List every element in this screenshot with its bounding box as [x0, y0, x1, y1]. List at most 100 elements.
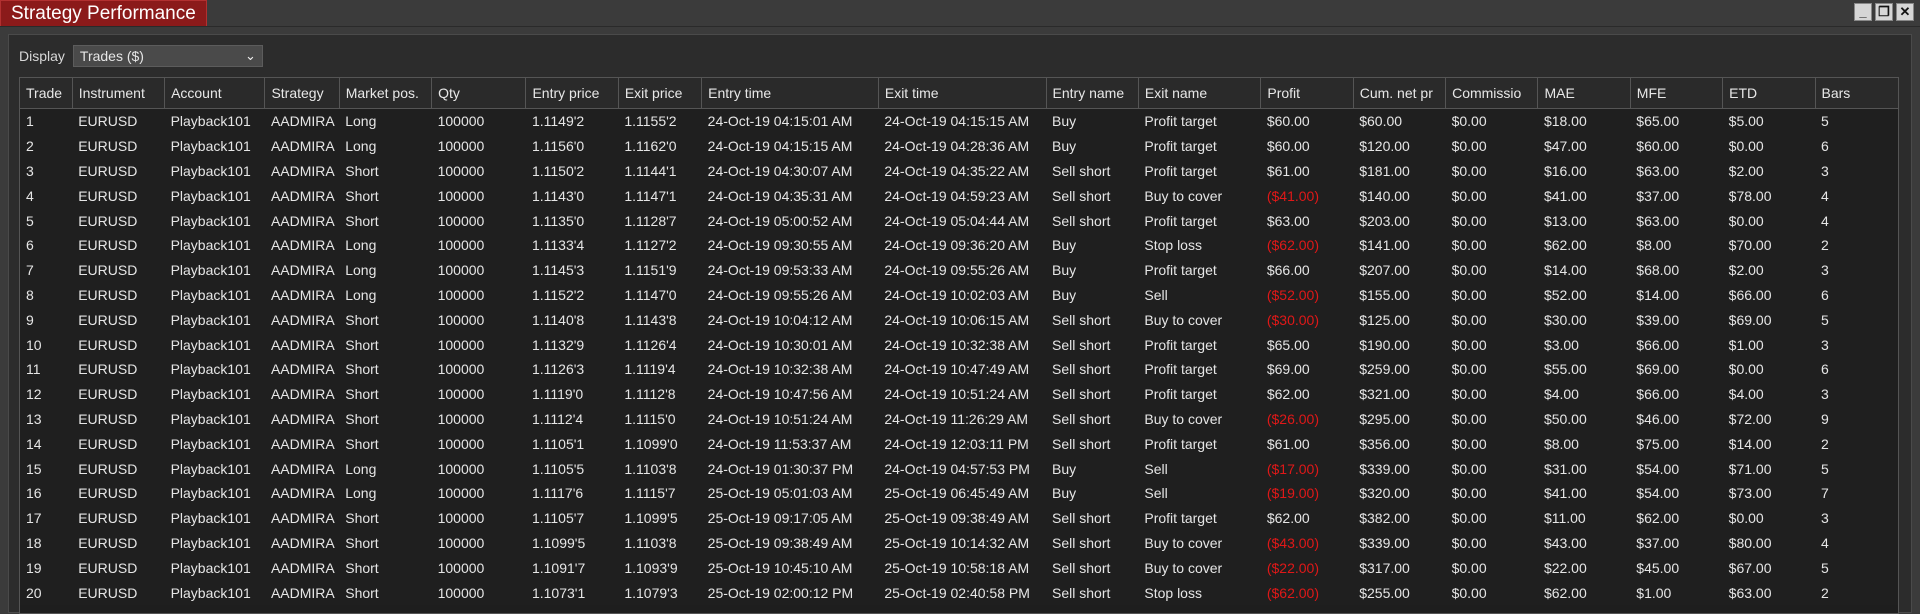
display-select[interactable]: Trades ($) ⌄ [72, 45, 263, 67]
table-cell: $60.00 [1630, 133, 1723, 159]
table-cell: 1.1145'3 [525, 257, 619, 283]
table-row[interactable]: 19 EURUSD Playback101 AADMIRA Short 100000 1.1… [20, 555, 1898, 581]
table-cell: 9 [20, 307, 73, 333]
table-row[interactable]: 17 EURUSD Playback101 AADMIRA Short 100000 1.1… [20, 505, 1898, 531]
column-header[interactable]: Cum. net pr [1353, 78, 1447, 109]
table-cell: $39.00 [1630, 307, 1723, 333]
table-row[interactable]: 12 EURUSD Playback101 AADMIRA Short 100000 1.1… [20, 381, 1898, 407]
table-cell: Playback101 [164, 307, 265, 333]
table-cell: $0.00 [1445, 232, 1538, 258]
column-header[interactable]: Trade [20, 78, 73, 109]
table-cell: $16.00 [1537, 158, 1631, 184]
table-cell: $14.00 [1630, 282, 1723, 308]
table-row[interactable]: 20 EURUSD Playback101 AADMIRA Short 100000 1.1… [20, 580, 1898, 605]
table-cell: AADMIRA [264, 208, 340, 233]
column-header[interactable]: Entry time [701, 78, 879, 109]
column-header[interactable]: ETD [1722, 78, 1816, 109]
column-header[interactable]: Strategy [264, 78, 340, 109]
trades-grid[interactable]: Trade Instrument Account Strategy Market pos… [19, 77, 1899, 614]
table-cell: $66.00 [1630, 332, 1723, 357]
table-cell: 24-Oct-19 04:15:01 AM [701, 108, 879, 134]
table-cell: Sell short [1046, 505, 1139, 531]
table-cell: $339.00 [1353, 456, 1446, 481]
table-cell: Playback101 [164, 406, 265, 432]
table-cell: Long [339, 456, 432, 481]
display-row: Display Trades ($) ⌄ [19, 45, 263, 67]
table-cell: $45.00 [1630, 555, 1723, 581]
table-cell: Sell short [1046, 431, 1139, 457]
table-cell: Profit target [1138, 431, 1261, 457]
table-row[interactable]: 3 EURUSD Playback101 AADMIRA Short 100000 1.11… [20, 158, 1898, 184]
table-cell: Profit target [1138, 208, 1261, 233]
table-cell: Long [339, 108, 432, 134]
column-header[interactable]: MAE [1537, 78, 1631, 109]
table-cell: $70.00 [1722, 232, 1816, 258]
table-cell: 1.1115'0 [618, 406, 702, 432]
table-cell: ($43.00) [1260, 530, 1354, 556]
table-cell: 12 [20, 381, 73, 407]
table-row[interactable]: 11 EURUSD Playback101 AADMIRA Short 100000 1.1… [20, 356, 1898, 382]
table-row[interactable]: 7 EURUSD Playback101 AADMIRA Long 100000 1.114… [20, 257, 1898, 283]
table-cell: 2 [1815, 232, 1898, 258]
table-row[interactable]: 13 EURUSD Playback101 AADMIRA Short 100000 1.1… [20, 406, 1898, 432]
table-row[interactable]: 6 EURUSD Playback101 AADMIRA Long 100000 1.113… [20, 232, 1898, 258]
table-cell: Buy [1046, 282, 1139, 308]
column-header[interactable]: MFE [1630, 78, 1724, 109]
close-button[interactable]: ✕ [1896, 3, 1914, 21]
table-cell: $5.00 [1722, 108, 1816, 134]
table-cell: 24-Oct-19 11:53:37 AM [701, 431, 879, 457]
column-header[interactable]: Bars [1815, 78, 1898, 109]
title-bar[interactable]: Strategy Performance _ ❐ ✕ [0, 0, 1920, 27]
table-cell: $73.00 [1722, 480, 1816, 506]
table-cell: 24-Oct-19 04:15:15 AM [878, 108, 1047, 134]
table-cell: 24-Oct-19 12:03:11 PM [878, 431, 1047, 457]
table-cell: AADMIRA [264, 580, 340, 605]
column-header[interactable]: Exit price [618, 78, 703, 109]
table-row[interactable]: 9 EURUSD Playback101 AADMIRA Short 100000 1.11… [20, 307, 1898, 333]
table-cell: 24-Oct-19 10:06:15 AM [878, 307, 1047, 333]
table-cell: 1.1128'7 [618, 208, 702, 233]
table-cell: 100000 [431, 580, 526, 605]
restore-button[interactable]: ❐ [1875, 3, 1893, 21]
table-row[interactable]: 2 EURUSD Playback101 AADMIRA Long 100000 1.115… [20, 133, 1898, 159]
table-row[interactable]: 18 EURUSD Playback101 AADMIRA Short 100000 1.1… [20, 530, 1898, 556]
table-cell: $67.00 [1722, 555, 1816, 581]
column-header[interactable]: Profit [1260, 78, 1354, 109]
table-row[interactable]: 10 EURUSD Playback101 AADMIRA Short 100000 1.1… [20, 332, 1898, 357]
column-header[interactable]: Account [164, 78, 266, 109]
table-cell: 24-Oct-19 04:15:15 AM [701, 133, 879, 159]
column-header[interactable]: Qty [431, 78, 527, 109]
column-header[interactable]: Instrument [72, 78, 166, 109]
table-cell: 1.1115'7 [618, 480, 702, 506]
table-row[interactable]: 8 EURUSD Playback101 AADMIRA Long 100000 1.115… [20, 282, 1898, 308]
table-cell: ($26.00) [1260, 406, 1354, 432]
table-cell: 25-Oct-19 02:40:58 PM [878, 580, 1047, 605]
table-cell: Short [339, 555, 432, 581]
table-row[interactable]: 5 EURUSD Playback101 AADMIRA Short 100000 1.11… [20, 208, 1898, 233]
minimize-button[interactable]: _ [1854, 3, 1872, 21]
table-cell: AADMIRA [264, 307, 340, 333]
table-cell: Long [339, 133, 432, 159]
column-header[interactable]: Exit name [1138, 78, 1262, 109]
column-header[interactable]: Entry name [1046, 78, 1139, 109]
table-row[interactable]: 15 EURUSD Playback101 AADMIRA Long 100000 1.11… [20, 456, 1898, 481]
table-cell: $72.00 [1722, 406, 1816, 432]
table-cell: 24-Oct-19 10:32:38 AM [878, 332, 1047, 357]
table-cell: Buy to cover [1138, 183, 1261, 209]
column-header[interactable]: Exit time [878, 78, 1047, 109]
table-row[interactable]: 16 EURUSD Playback101 AADMIRA Long 100000 1.11… [20, 480, 1898, 506]
table-row[interactable]: 1 EURUSD Playback101 AADMIRA Long 100000 1.114… [20, 108, 1898, 134]
table-cell: 5 [1815, 555, 1898, 581]
table-row[interactable]: 14 EURUSD Playback101 AADMIRA Short 100000 1.1… [20, 431, 1898, 457]
table-row[interactable]: 4 EURUSD Playback101 AADMIRA Short 100000 1.11… [20, 183, 1898, 209]
table-cell: 1.1147'0 [618, 282, 702, 308]
table-cell: 24-Oct-19 09:36:20 AM [878, 232, 1047, 258]
table-cell: $41.00 [1537, 480, 1631, 506]
column-header[interactable]: Market pos. [339, 78, 433, 109]
column-header[interactable]: Commissio [1445, 78, 1539, 109]
table-cell: $60.00 [1353, 108, 1446, 134]
table-cell: 1.1112'4 [525, 406, 619, 432]
table-cell: 100000 [431, 555, 526, 581]
column-header[interactable]: Entry price [525, 78, 619, 109]
table-cell: Sell short [1046, 332, 1139, 357]
